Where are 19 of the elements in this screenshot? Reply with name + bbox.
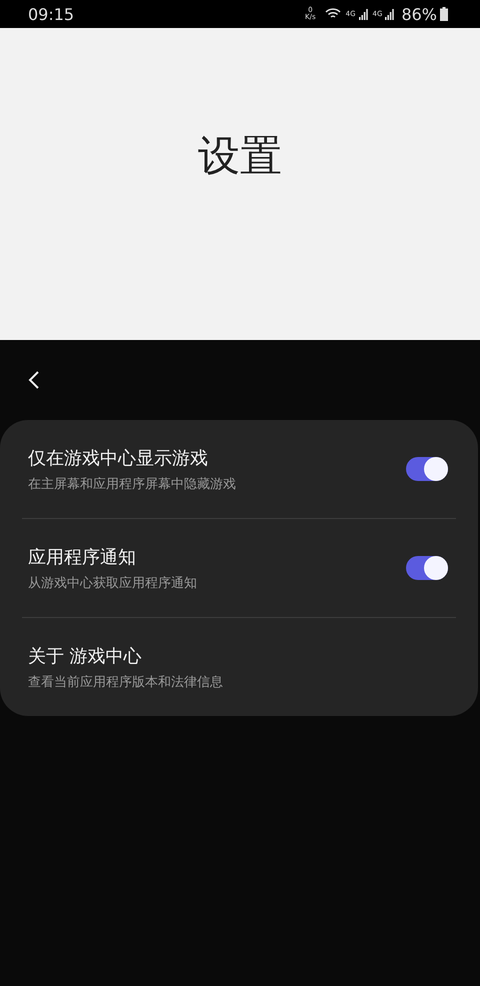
clock-time: 09:15 (28, 4, 74, 24)
wifi-icon (324, 8, 341, 20)
signal-icon (385, 8, 394, 20)
toggle-setting-row[interactable]: 仅在游戏中心显示游戏 在主屏幕和应用程序屏幕中隐藏游戏 (0, 420, 478, 518)
setting-description: 查看当前应用程序版本和法律信息 (28, 674, 223, 690)
back-chevron-icon (28, 370, 40, 390)
battery-icon (440, 7, 448, 21)
signal-icon (358, 8, 368, 20)
menu-item[interactable]: 关于 游戏中心 查看当前应用程序版本和法律信息 (0, 618, 478, 716)
toggle-setting-row[interactable]: 应用程序通知 从游戏中心获取应用程序通知 (0, 519, 478, 617)
toggle-switch[interactable] (406, 556, 448, 580)
battery-percent: 86% (401, 4, 437, 24)
toggle-switch[interactable] (406, 457, 448, 481)
setting-title: 应用程序通知 (28, 546, 137, 568)
setting-title: 关于 游戏中心 (28, 644, 143, 668)
setting-description: 从游戏中心获取应用程序通知 (28, 574, 197, 592)
setting-description: 在主屏幕和应用程序屏幕中隐藏游戏 (28, 476, 236, 492)
page-title: 设置 (198, 130, 282, 182)
setting-title: 仅在游戏中心显示游戏 (28, 446, 209, 470)
